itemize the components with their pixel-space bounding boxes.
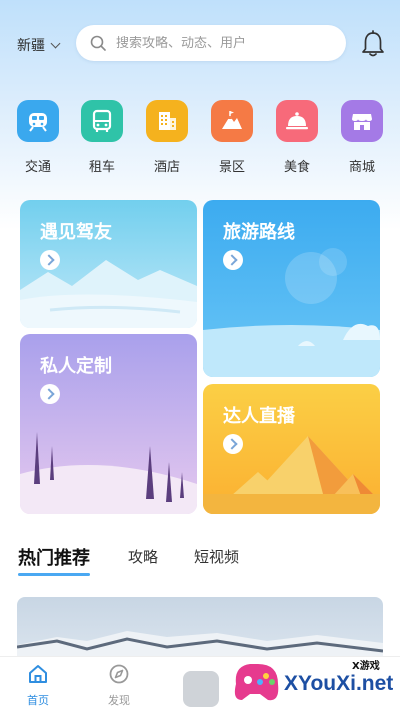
category-hotel[interactable]: 酒店 xyxy=(142,100,192,175)
tab-short-video[interactable]: 短视频 xyxy=(194,546,239,567)
category-car-rental[interactable]: 租车 xyxy=(77,100,127,175)
center-action-button[interactable] xyxy=(183,671,219,707)
tile-travel-routes[interactable]: 旅游路线 xyxy=(203,200,380,377)
category-label: 美食 xyxy=(283,160,310,175)
nav-home[interactable]: 首页 xyxy=(18,663,58,708)
watermark: X游戏 XYouXi.net xyxy=(228,654,400,710)
bus-icon xyxy=(81,100,123,142)
arrow-right-icon xyxy=(223,250,243,270)
category-grid: 交通 租车 酒店 景区 美食 商城 xyxy=(0,100,400,180)
header: 新疆 xyxy=(0,24,400,64)
hotel-icon xyxy=(146,100,188,142)
category-label: 交通 xyxy=(24,160,51,175)
search-input[interactable] xyxy=(116,35,316,51)
tab-guides[interactable]: 攻略 xyxy=(128,546,158,567)
search-icon xyxy=(90,35,106,51)
category-label: 租车 xyxy=(88,160,115,175)
tab-hot-recommend[interactable]: 热门推荐 xyxy=(18,544,90,576)
arrow-right-icon xyxy=(223,434,243,454)
city-selector[interactable]: 新疆 xyxy=(17,35,61,55)
home-icon xyxy=(29,665,47,683)
category-scenic[interactable]: 景区 xyxy=(207,100,257,175)
bell-icon[interactable] xyxy=(360,30,386,58)
search-bar[interactable] xyxy=(76,25,346,61)
shop-icon xyxy=(341,100,383,142)
tile-title: 遇见驾友 xyxy=(40,222,112,243)
nav-discover-label: 发现 xyxy=(108,694,130,707)
compass-icon xyxy=(109,664,129,684)
city-label: 新疆 xyxy=(17,38,45,54)
category-label: 景区 xyxy=(218,160,245,175)
tile-meet-friends[interactable]: 遇见驾友 xyxy=(20,200,197,328)
tile-private-custom[interactable]: 私人定制 xyxy=(20,334,197,514)
tile-expert-live[interactable]: 达人直播 xyxy=(203,384,380,514)
category-food[interactable]: 美食 xyxy=(272,100,322,175)
category-traffic[interactable]: 交通 xyxy=(13,100,63,175)
nav-home-label: 首页 xyxy=(27,694,49,707)
mountain-icon xyxy=(211,100,253,142)
tile-title: 旅游路线 xyxy=(223,222,295,243)
tile-title: 私人定制 xyxy=(40,356,112,377)
nav-discover[interactable]: 发现 xyxy=(99,663,139,708)
arrow-right-icon xyxy=(40,384,60,404)
train-icon xyxy=(17,100,59,142)
category-mall[interactable]: 商城 xyxy=(337,100,387,175)
tile-title: 达人直播 xyxy=(223,406,295,427)
watermark-brand: XYouXi.net xyxy=(284,672,394,695)
category-label: 商城 xyxy=(348,160,375,175)
gamepad-logo-icon xyxy=(234,664,279,701)
watermark-sub: X游戏 xyxy=(352,661,380,672)
active-tab-indicator xyxy=(18,573,90,576)
category-label: 酒店 xyxy=(153,160,180,175)
chevron-down-icon xyxy=(50,38,61,48)
arrow-right-icon xyxy=(40,250,60,270)
tab-label: 热门推荐 xyxy=(18,548,90,569)
food-cloche-icon xyxy=(276,100,318,142)
